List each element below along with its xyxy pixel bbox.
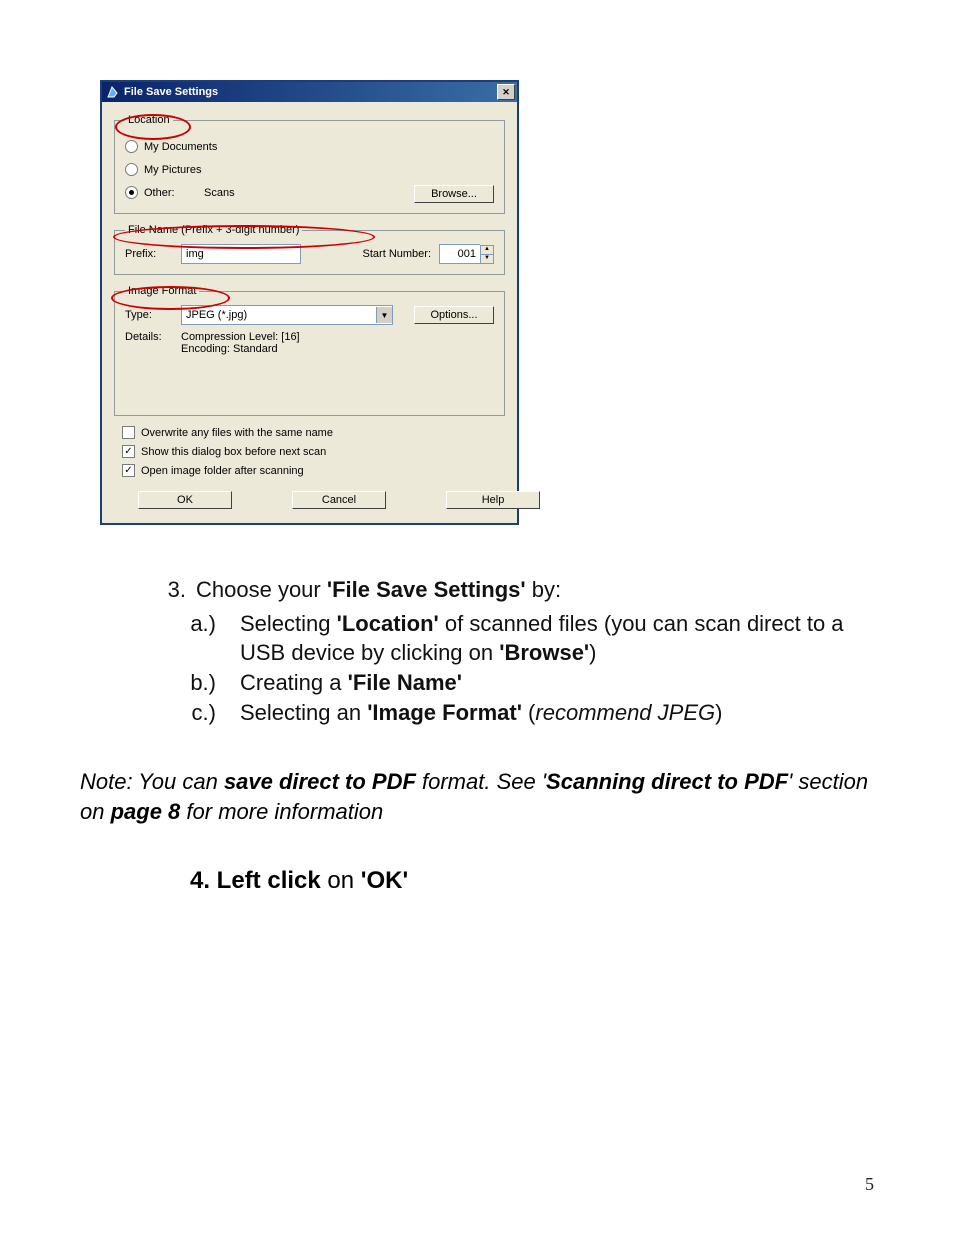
substep-text: Selecting an 'Image Format' (recommend J… [240,698,722,728]
start-number-label: Start Number: [363,248,431,260]
start-number-value: 001 [439,244,480,264]
checkbox-icon: ✓ [122,445,135,458]
close-button[interactable]: ✕ [497,84,515,100]
dialog-title: File Save Settings [124,86,218,98]
radio-label: Other: [144,187,186,199]
step-4: 4. Left click on 'OK' [190,867,874,895]
note: Note: You can save direct to PDF format.… [80,767,874,826]
spin-up-icon[interactable]: ▲ [481,246,493,255]
radio-icon [125,140,138,153]
checkbox-label: Open image folder after scanning [141,465,304,477]
step-text: Choose your 'File Save Settings' by: [196,575,561,605]
type-value: JPEG (*.jpg) [182,309,376,321]
image-format-highlight [111,286,230,310]
location-group: Location My Documents My Pictures Other:… [114,114,505,214]
other-value: Scans [204,187,235,199]
browse-button[interactable]: Browse... [414,185,494,203]
substep-text: Creating a 'File Name' [240,668,462,698]
options-button[interactable]: Options... [414,306,494,324]
location-highlight [115,114,191,140]
radio-my-pictures[interactable]: My Pictures [125,163,494,176]
type-select[interactable]: JPEG (*.jpg) ▼ [181,305,393,325]
page-number: 5 [865,1174,874,1195]
substep-marker: a.) [126,609,240,668]
radio-my-documents[interactable]: My Documents [125,140,494,153]
spin-down-icon[interactable]: ▼ [481,255,493,263]
substep-marker: c.) [126,698,240,728]
checkbox-icon: ✓ [122,464,135,477]
substep-marker: b.) [126,668,240,698]
radio-icon [125,163,138,176]
file-save-settings-dialog: File Save Settings ✕ Location My Documen… [100,80,519,525]
checkbox-overwrite[interactable]: Overwrite any files with the same name [122,426,505,439]
substep-text: Selecting 'Location' of scanned files (y… [240,609,874,668]
type-label: Type: [125,309,173,321]
chevron-down-icon: ▼ [376,307,392,323]
app-icon [106,85,120,99]
checkbox-show-dialog[interactable]: ✓ Show this dialog box before next scan [122,445,505,458]
titlebar: File Save Settings ✕ [102,82,517,102]
filename-group: File Name (Prefix + 3-digit number) Pref… [114,224,505,275]
prefix-label: Prefix: [125,248,173,260]
step-number: 3. [80,575,196,605]
instructions: 3. Choose your 'File Save Settings' by: … [80,575,874,727]
radio-icon [125,186,138,199]
details-label: Details: [125,331,173,343]
image-format-group: Image Format Type: JPEG (*.jpg) ▼ Option… [114,285,505,416]
ok-button[interactable]: OK [138,491,232,509]
checkbox-icon [122,426,135,439]
details-text: Compression Level: [16] Encoding: Standa… [181,331,300,355]
cancel-button[interactable]: Cancel [292,491,386,509]
radio-label: My Documents [144,141,217,153]
checkbox-label: Overwrite any files with the same name [141,427,333,439]
help-button[interactable]: Help [446,491,540,509]
checkbox-label: Show this dialog box before next scan [141,446,326,458]
radio-label: My Pictures [144,164,201,176]
filename-highlight [113,225,375,249]
start-number-spinner[interactable]: 001 ▲▼ [439,244,494,264]
checkbox-open-folder[interactable]: ✓ Open image folder after scanning [122,464,505,477]
